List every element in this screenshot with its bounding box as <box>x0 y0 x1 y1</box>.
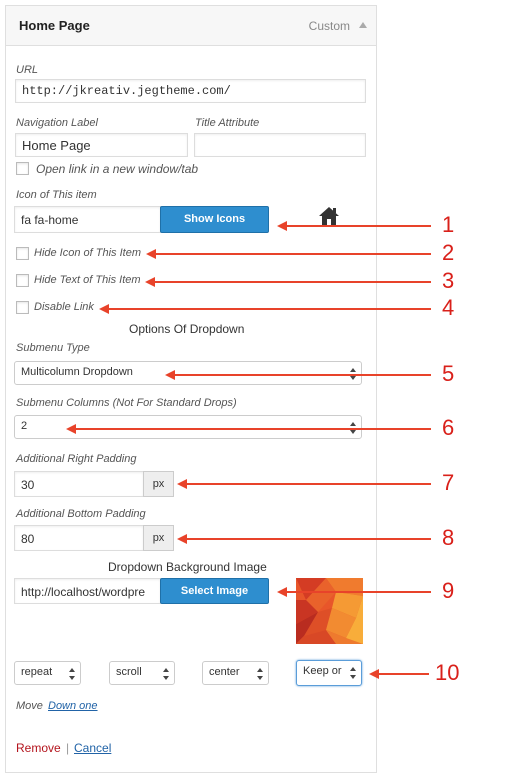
right-padding-label: Additional Right Padding <box>16 453 137 465</box>
right-padding-unit: px <box>143 471 174 497</box>
select-arrows-icon <box>163 668 169 680</box>
bottom-padding-unit: px <box>143 525 174 551</box>
annotation-number-8: 8 <box>442 525 455 550</box>
home-icon <box>319 207 339 225</box>
submenu-type-select[interactable]: Multicolumn Dropdown <box>14 361 362 385</box>
bottom-padding-input[interactable]: 80 <box>14 525 144 551</box>
dropdown-options-heading: Options Of Dropdown <box>129 322 245 336</box>
select-arrows-icon <box>350 667 356 679</box>
background-image-thumbnail <box>296 578 363 644</box>
background-image-url-input[interactable]: http://localhost/wordpre <box>14 578 161 604</box>
action-separator: | <box>66 741 70 755</box>
annotation-number-4: 4 <box>442 295 455 320</box>
right-padding-input[interactable]: 30 <box>14 471 144 497</box>
background-position-select[interactable]: center <box>202 661 269 685</box>
title-attribute-label: Title Attribute <box>195 117 260 129</box>
background-size-select[interactable]: Keep or <box>296 660 362 686</box>
show-icons-button[interactable]: Show Icons <box>160 206 269 233</box>
hide-text-label: Hide Text of This Item <box>34 274 141 286</box>
annotation-number-9: 9 <box>442 578 455 603</box>
url-input[interactable]: http://jkreativ.jegtheme.com/ <box>15 79 366 103</box>
submenu-type-label: Submenu Type <box>16 342 90 354</box>
annotation-number-2: 2 <box>442 240 455 265</box>
hide-icon-checkbox[interactable] <box>16 247 29 260</box>
annotation-number-3: 3 <box>442 268 455 293</box>
background-image-heading: Dropdown Background Image <box>108 560 267 574</box>
annotation-number-7: 7 <box>442 470 455 495</box>
move-down-one-link[interactable]: Down one <box>48 700 98 712</box>
panel-header[interactable]: Home Page Custom <box>6 6 376 46</box>
cancel-link[interactable]: Cancel <box>74 741 111 755</box>
navigation-label-input[interactable]: Home Page <box>15 133 188 157</box>
url-label: URL <box>16 64 39 76</box>
submenu-columns-label: Submenu Columns (Not For Standard Drops) <box>16 397 237 409</box>
annotation-number-1: 1 <box>442 212 455 237</box>
remove-link[interactable]: Remove <box>16 741 61 755</box>
select-image-button[interactable]: Select Image <box>160 578 269 604</box>
bottom-padding-label: Additional Bottom Padding <box>16 508 146 520</box>
panel-title: Home Page <box>19 18 90 33</box>
background-size-value: Keep or <box>303 665 342 677</box>
hide-text-checkbox[interactable] <box>16 274 29 287</box>
annotation-number-10: 10 <box>435 660 460 685</box>
disable-link-checkbox[interactable] <box>16 301 29 314</box>
icon-input[interactable]: fa fa-home <box>14 206 161 233</box>
background-repeat-value: repeat <box>21 666 53 678</box>
disable-link-label: Disable Link <box>34 301 94 313</box>
select-arrows-icon <box>257 668 263 680</box>
submenu-type-value: Multicolumn Dropdown <box>21 366 133 378</box>
icon-label: Icon of This item <box>16 189 97 201</box>
background-position-value: center <box>209 666 240 678</box>
submenu-columns-value: 2 <box>21 420 28 432</box>
open-new-window-label: Open link in a new window/tab <box>36 162 199 176</box>
move-label: Move <box>16 700 43 712</box>
hide-icon-label: Hide Icon of This Item <box>34 247 141 259</box>
background-repeat-select[interactable]: repeat <box>14 661 81 685</box>
open-new-window-checkbox[interactable] <box>16 162 29 175</box>
select-arrows-icon <box>69 668 75 680</box>
title-attribute-input[interactable] <box>194 133 366 157</box>
annotation-number-6: 6 <box>442 415 455 440</box>
background-attachment-value: scroll <box>116 666 142 678</box>
collapse-arrow-icon[interactable] <box>359 22 367 28</box>
panel-item-type: Custom <box>308 19 350 33</box>
background-attachment-select[interactable]: scroll <box>109 661 175 685</box>
navigation-label-label: Navigation Label <box>16 117 98 129</box>
annotation-number-5: 5 <box>442 361 455 386</box>
